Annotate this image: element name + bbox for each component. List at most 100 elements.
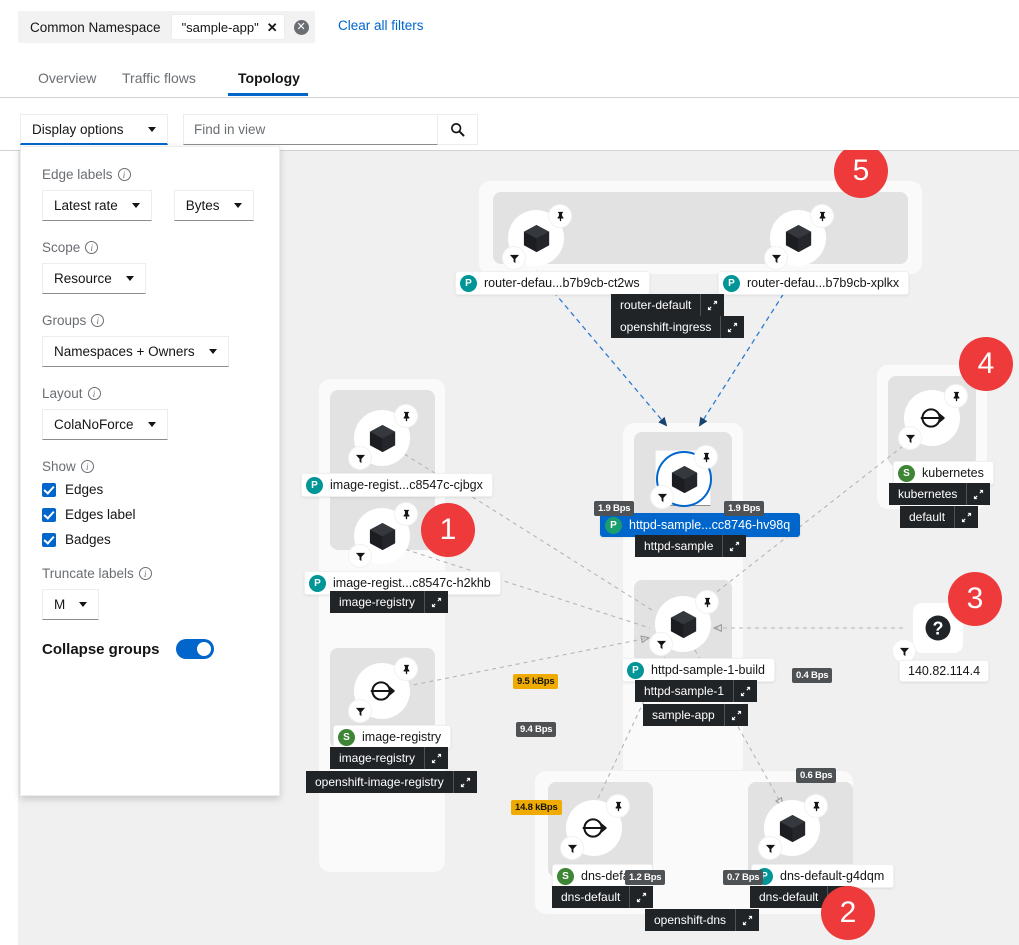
node-label-router-default-xplkx[interactable]: P router-defau...b7b9cb-xplkx <box>718 271 910 295</box>
pin-icon[interactable] <box>395 405 417 427</box>
group-badge-default-namespace[interactable]: default <box>900 506 979 528</box>
expand-icon[interactable] <box>700 294 725 316</box>
service-arrow-icon <box>370 681 395 701</box>
tab-topology[interactable]: Topology <box>228 60 308 96</box>
node-label-image-registry-cjbgx[interactable]: P image-regist...c8547c-cjbgx <box>301 473 493 497</box>
expand-icon[interactable] <box>735 909 760 931</box>
node-dns-default-service[interactable] <box>561 795 629 859</box>
info-icon[interactable]: i <box>91 314 105 327</box>
group-badge-router-default[interactable]: router-default <box>611 294 725 316</box>
expand-icon[interactable] <box>733 680 758 702</box>
expand-icon[interactable] <box>424 747 449 769</box>
show-badges-row[interactable]: Badges <box>42 532 279 547</box>
info-icon[interactable]: i <box>117 168 131 181</box>
tab-overview[interactable]: Overview <box>28 60 100 96</box>
group-badge-openshift-dns[interactable]: openshift-dns <box>645 909 760 931</box>
pin-icon[interactable] <box>811 205 833 227</box>
info-icon[interactable]: i <box>87 387 101 400</box>
filter-icon[interactable] <box>765 247 787 269</box>
filter-chip-remove-icon[interactable]: ✕ <box>267 21 278 34</box>
node-label-image-registry-service[interactable]: S image-registry <box>333 725 452 749</box>
node-image-registry-service[interactable] <box>349 658 417 722</box>
edge-metric-select[interactable]: Latest rate <box>42 190 152 221</box>
group-badge-httpd-sample-1[interactable]: httpd-sample-1 <box>635 680 758 702</box>
group-badge-openshift-image-registry[interactable]: openshift-image-registry <box>306 771 477 793</box>
pin-icon[interactable] <box>395 658 417 680</box>
filter-icon[interactable] <box>651 486 673 508</box>
group-badge-dns-default-owner[interactable]: dns-default <box>552 886 654 908</box>
node-label-router-default-ct2ws[interactable]: P router-defau...b7b9cb-ct2ws <box>455 271 650 295</box>
filter-icon[interactable] <box>893 640 915 662</box>
filter-icon[interactable] <box>650 633 672 655</box>
group-badge-image-registry-owner[interactable]: image-registry <box>330 591 449 613</box>
node-unknown-ip-filter[interactable] <box>893 640 915 662</box>
search-button[interactable] <box>438 114 478 145</box>
expand-icon[interactable] <box>720 316 745 338</box>
tab-traffic-flows[interactable]: Traffic flows <box>112 60 215 96</box>
clear-all-filters-link[interactable]: Clear all filters <box>338 18 424 33</box>
node-label-httpd-sample-1-build[interactable]: P httpd-sample-1-build <box>622 658 775 682</box>
filter-chip[interactable]: "sample-app" ✕ <box>170 14 285 40</box>
pin-icon[interactable] <box>549 205 571 227</box>
node-router-default-ct2ws[interactable] <box>503 205 571 269</box>
expand-icon[interactable] <box>722 535 747 557</box>
node-label-dns-default-g4dqm[interactable]: P dns-default-g4dqm <box>751 864 895 888</box>
filter-icon[interactable] <box>561 837 583 859</box>
node-router-default-xplkx[interactable] <box>765 205 833 269</box>
collapse-groups-row[interactable]: Collapse groups <box>42 639 279 659</box>
scope-selects: Resource <box>42 263 279 294</box>
node-label-httpd-sample-pod[interactable]: P httpd-sample...cc8746-hv98q <box>600 513 801 537</box>
filter-glyph <box>355 707 365 716</box>
expand-icon[interactable] <box>966 483 991 505</box>
pin-icon[interactable] <box>607 795 629 817</box>
groups-select[interactable]: Namespaces + Owners <box>42 336 229 367</box>
info-icon[interactable]: i <box>85 241 99 254</box>
show-edges-label-checkbox[interactable] <box>42 507 56 522</box>
truncate-select[interactable]: M <box>42 589 100 620</box>
node-label-unknown-ip[interactable]: 140.82.114.4 <box>899 660 990 682</box>
filter-icon[interactable] <box>899 427 921 449</box>
display-options-button[interactable]: Display options <box>20 114 168 145</box>
node-kubernetes-service[interactable] <box>899 385 967 449</box>
node-httpd-sample-pod[interactable] <box>651 446 717 508</box>
display-options-panel[interactable]: Edge labels i Latest rate Bytes Scope i <box>20 146 280 796</box>
group-badge-httpd-sample[interactable]: httpd-sample <box>635 535 747 557</box>
group-badge-openshift-ingress[interactable]: openshift-ingress <box>611 316 745 338</box>
expand-icon[interactable] <box>452 771 477 793</box>
pin-icon[interactable] <box>395 503 417 525</box>
edge-unit-select[interactable]: Bytes <box>173 190 254 221</box>
expand-icon[interactable] <box>629 886 654 908</box>
group-badge-image-registry-owner2[interactable]: image-registry <box>330 747 449 769</box>
filter-icon[interactable] <box>349 447 371 469</box>
group-badge-kubernetes-owner[interactable]: kubernetes <box>889 483 991 505</box>
pin-icon[interactable] <box>695 446 717 468</box>
filter-icon[interactable] <box>349 545 371 567</box>
expand-icon[interactable] <box>954 506 979 528</box>
pin-icon[interactable] <box>945 385 967 407</box>
scope-select[interactable]: Resource <box>42 263 146 294</box>
filter-icon[interactable] <box>349 700 371 722</box>
info-icon[interactable]: i <box>138 567 152 580</box>
group-badge-sample-app[interactable]: sample-app <box>643 704 748 726</box>
node-image-registry-cjbgx[interactable] <box>349 405 417 469</box>
node-image-registry-h2khb[interactable] <box>349 503 417 567</box>
show-badges-checkbox[interactable] <box>42 532 56 547</box>
show-edges-row[interactable]: Edges <box>42 482 279 497</box>
node-label-text: dns-default-g4dqm <box>780 869 885 883</box>
filter-icon[interactable] <box>503 247 525 269</box>
pin-icon[interactable] <box>696 591 718 613</box>
expand-icon[interactable] <box>424 591 449 613</box>
pin-icon[interactable] <box>805 795 827 817</box>
show-edges-label-row[interactable]: Edges label <box>42 507 279 522</box>
search-input[interactable] <box>183 114 438 145</box>
node-dns-default-g4dqm[interactable] <box>759 795 827 859</box>
collapse-groups-toggle[interactable] <box>175 639 214 659</box>
expand-icon[interactable] <box>723 704 748 726</box>
node-label-kubernetes-service[interactable]: S kubernetes <box>893 461 994 485</box>
info-icon[interactable]: i <box>80 460 94 473</box>
node-httpd-sample-1-build[interactable] <box>650 591 718 655</box>
clear-filter-group-icon[interactable]: ✕ <box>293 19 309 35</box>
filter-icon[interactable] <box>759 837 781 859</box>
layout-select[interactable]: ColaNoForce <box>42 409 168 440</box>
show-edges-checkbox[interactable] <box>42 482 56 497</box>
